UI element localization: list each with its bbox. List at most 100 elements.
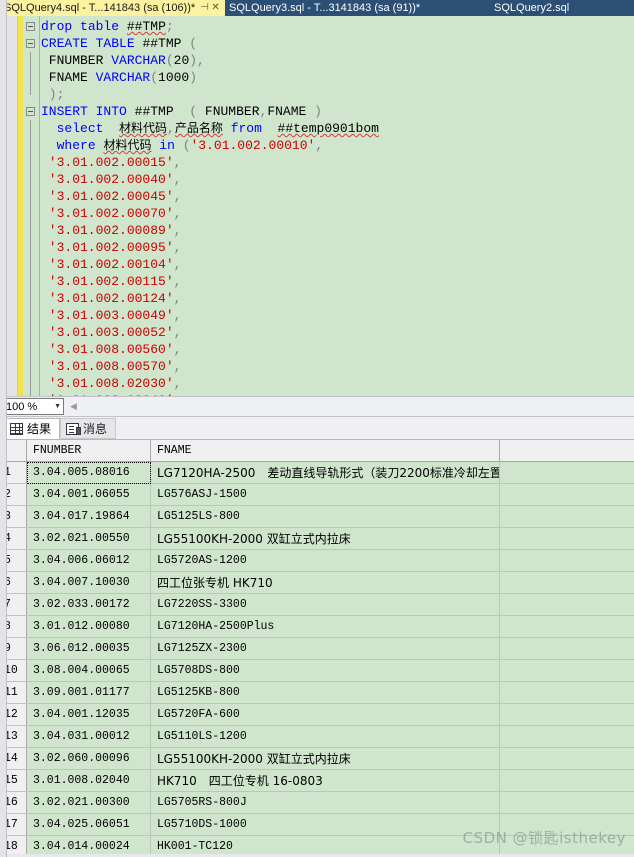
table-row[interactable]: 17 3.04.025.06051 LG5710DS-1000 bbox=[0, 813, 634, 836]
code-line[interactable]: '3.01.003.00052', bbox=[39, 324, 634, 341]
cell-fname[interactable]: HK710 四工位专机 16-0803 bbox=[150, 769, 500, 792]
cell-fname[interactable]: LG5705RS-800J bbox=[150, 791, 500, 814]
cell-fname[interactable]: LG5708DS-800 bbox=[150, 659, 500, 682]
table-row[interactable]: 9 3.06.012.00035 LG7125ZX-2300 bbox=[0, 637, 634, 660]
code-line[interactable]: INSERT INTO ##TMP ( FNUMBER,FNAME ) bbox=[39, 103, 634, 120]
cell-fname[interactable]: LG55100KH-2000 双缸立式内拉床 bbox=[150, 747, 500, 770]
close-icon[interactable]: ✕ bbox=[210, 0, 221, 16]
code-line[interactable]: '3.01.002.00095', bbox=[39, 239, 634, 256]
cell-fnumber[interactable]: 3.04.017.19864 bbox=[26, 505, 151, 528]
cell-fnumber[interactable]: 3.02.021.00300 bbox=[26, 791, 151, 814]
table-row[interactable]: 6 3.04.007.10030 四工位张专机 HK710 bbox=[0, 571, 634, 594]
column-header-fname[interactable]: FNAME bbox=[150, 440, 500, 462]
code-token: select bbox=[56, 121, 104, 136]
cell-fnumber[interactable]: 3.04.001.06055 bbox=[26, 483, 151, 506]
table-row[interactable]: 10 3.08.004.00065 LG5708DS-800 bbox=[0, 659, 634, 682]
fold-stem bbox=[23, 205, 39, 222]
table-row[interactable]: 2 3.04.001.06055 LG576ASJ-1500 bbox=[0, 483, 634, 506]
tab-sqlquery2[interactable]: SQLQuery2.sql bbox=[490, 0, 634, 16]
cell-fname[interactable]: LG55100KH-2000 双缸立式内拉床 bbox=[150, 527, 500, 550]
fold-collapse-icon[interactable] bbox=[23, 103, 39, 120]
cell-fname[interactable]: LG5125LS-800 bbox=[150, 505, 500, 528]
cell-fname[interactable]: LG5720FA-600 bbox=[150, 703, 500, 726]
cell-fnumber[interactable]: 3.04.025.06051 bbox=[26, 813, 151, 836]
code-line[interactable]: '3.01.008.02040', bbox=[39, 392, 634, 396]
code-line[interactable]: '3.01.002.00089', bbox=[39, 222, 634, 239]
cell-fname[interactable]: LG576ASJ-1500 bbox=[150, 483, 500, 506]
sql-editor[interactable]: drop table ##TMP; CREATE TABLE ##TMP ( FN… bbox=[0, 16, 634, 396]
cell-fnumber[interactable]: 3.04.014.00024 bbox=[26, 835, 151, 854]
code-line[interactable]: CREATE TABLE ##TMP ( bbox=[39, 35, 634, 52]
code-line[interactable]: '3.01.002.00015', bbox=[39, 154, 634, 171]
cell-fnumber[interactable]: 3.04.001.12035 bbox=[26, 703, 151, 726]
code-line[interactable]: where 材料代码 in ('3.01.002.00010', bbox=[39, 137, 634, 154]
cell-fname[interactable]: LG7120HA-2500 差动直线导轨形式（装刀2200标准冷却左置） bbox=[150, 461, 500, 484]
cell-fname[interactable]: 四工位张专机 HK710 bbox=[150, 571, 500, 594]
code-line[interactable]: '3.01.002.00124', bbox=[39, 290, 634, 307]
code-line[interactable]: ); bbox=[39, 86, 634, 103]
splitter-left-arrow-icon[interactable]: ◀ bbox=[70, 401, 77, 412]
cell-fnumber[interactable]: 3.01.008.02040 bbox=[26, 769, 151, 792]
code-line[interactable]: FNUMBER VARCHAR(20), bbox=[39, 52, 634, 69]
table-row[interactable]: 11 3.09.001.01177 LG5125KB-800 bbox=[0, 681, 634, 704]
code-line[interactable]: '3.01.008.00570', bbox=[39, 358, 634, 375]
code-line[interactable]: '3.01.003.00049', bbox=[39, 307, 634, 324]
cell-fnumber[interactable]: 3.04.006.06012 bbox=[26, 549, 151, 572]
table-row[interactable]: 5 3.04.006.06012 LG5720AS-1200 bbox=[0, 549, 634, 572]
pin-icon[interactable]: ⊣ bbox=[199, 0, 210, 16]
cell-fnumber[interactable]: 3.01.012.00080 bbox=[26, 615, 151, 638]
code-line[interactable]: '3.01.002.00115', bbox=[39, 273, 634, 290]
tab-sqlquery3[interactable]: SQLQuery3.sql - T...3141843 (sa (91))* bbox=[225, 0, 490, 16]
table-row[interactable]: 3 3.04.017.19864 LG5125LS-800 bbox=[0, 505, 634, 528]
code-line[interactable]: drop table ##TMP; bbox=[39, 18, 634, 35]
code-line[interactable]: '3.01.002.00070', bbox=[39, 205, 634, 222]
code-line[interactable]: FNAME VARCHAR(1000) bbox=[39, 69, 634, 86]
results-grid[interactable]: FNUMBER FNAME 1 3.04.005.08016 LG7120HA-25… bbox=[0, 439, 634, 854]
cell-fnumber[interactable]: 3.08.004.00065 bbox=[26, 659, 151, 682]
code-line[interactable]: '3.01.002.00104', bbox=[39, 256, 634, 273]
cell-fname[interactable]: LG5125KB-800 bbox=[150, 681, 500, 704]
table-row[interactable]: 7 3.02.033.00172 LG7220SS-3300 bbox=[0, 593, 634, 616]
table-row[interactable]: 18 3.04.014.00024 HK001-TC120 bbox=[0, 835, 634, 854]
cell-fnumber[interactable]: 3.02.021.00550 bbox=[26, 527, 151, 550]
fold-collapse-icon[interactable] bbox=[23, 18, 39, 35]
table-row[interactable]: 12 3.04.001.12035 LG5720FA-600 bbox=[0, 703, 634, 726]
table-row[interactable]: 8 3.01.012.00080 LG7120HA-2500Plus bbox=[0, 615, 634, 638]
cell-fnumber[interactable]: 3.02.060.00096 bbox=[26, 747, 151, 770]
zoom-level-select[interactable]: 100 % ▼ bbox=[2, 398, 64, 415]
cell-fnumber[interactable]: 3.04.005.08016 bbox=[26, 461, 151, 484]
cell-fnumber[interactable]: 3.02.033.00172 bbox=[26, 593, 151, 616]
cell-fname[interactable]: LG7220SS-3300 bbox=[150, 593, 500, 616]
column-header-fnumber[interactable]: FNUMBER bbox=[26, 440, 151, 462]
editor-fold-margin[interactable] bbox=[23, 16, 39, 396]
cell-fnumber[interactable]: 3.04.007.10030 bbox=[26, 571, 151, 594]
editor-code-area[interactable]: drop table ##TMP; CREATE TABLE ##TMP ( FN… bbox=[39, 16, 634, 396]
cell-fnumber[interactable]: 3.09.001.01177 bbox=[26, 681, 151, 704]
cell-fname[interactable]: LG7125ZX-2300 bbox=[150, 637, 500, 660]
table-row[interactable]: 15 3.01.008.02040 HK710 四工位专机 16-0803 bbox=[0, 769, 634, 792]
code-line[interactable]: select 材料代码,产品名称 from ##temp0901bom bbox=[39, 120, 634, 137]
cell-filler bbox=[499, 527, 634, 550]
cell-fname[interactable]: LG7120HA-2500Plus bbox=[150, 615, 500, 638]
code-line[interactable]: '3.01.008.00560', bbox=[39, 341, 634, 358]
code-line[interactable]: '3.01.008.02030', bbox=[39, 375, 634, 392]
table-row[interactable]: 1 3.04.005.08016 LG7120HA-2500 差动直线导轨形式（装刀… bbox=[0, 461, 634, 484]
tab-sqlquery4[interactable]: SQLQuery4.sql - T...141843 (sa (106))* ⊣… bbox=[0, 0, 225, 16]
cell-fnumber[interactable]: 3.06.012.00035 bbox=[26, 637, 151, 660]
cell-fname[interactable]: LG5720AS-1200 bbox=[150, 549, 500, 572]
cell-fname[interactable]: HK001-TC120 bbox=[150, 835, 500, 854]
table-header-row: FNUMBER FNAME bbox=[0, 440, 634, 462]
fold-collapse-icon[interactable] bbox=[23, 35, 39, 52]
tab-messages[interactable]: 消息 bbox=[60, 418, 117, 439]
table-row[interactable]: 16 3.02.021.00300 LG5705RS-800J bbox=[0, 791, 634, 814]
chevron-down-icon[interactable]: ▼ bbox=[54, 403, 61, 410]
cell-fnumber[interactable]: 3.04.031.00012 bbox=[26, 725, 151, 748]
tab-results[interactable]: 结果 bbox=[4, 418, 61, 439]
code-line[interactable]: '3.01.002.00040', bbox=[39, 171, 634, 188]
cell-fname[interactable]: LG5710DS-1000 bbox=[150, 813, 500, 836]
table-row[interactable]: 14 3.02.060.00096 LG55100KH-2000 双缸立式内拉床 bbox=[0, 747, 634, 770]
code-line[interactable]: '3.01.002.00045', bbox=[39, 188, 634, 205]
cell-fname[interactable]: LG5110LS-1200 bbox=[150, 725, 500, 748]
table-row[interactable]: 13 3.04.031.00012 LG5110LS-1200 bbox=[0, 725, 634, 748]
table-row[interactable]: 4 3.02.021.00550 LG55100KH-2000 双缸立式内拉床 bbox=[0, 527, 634, 550]
